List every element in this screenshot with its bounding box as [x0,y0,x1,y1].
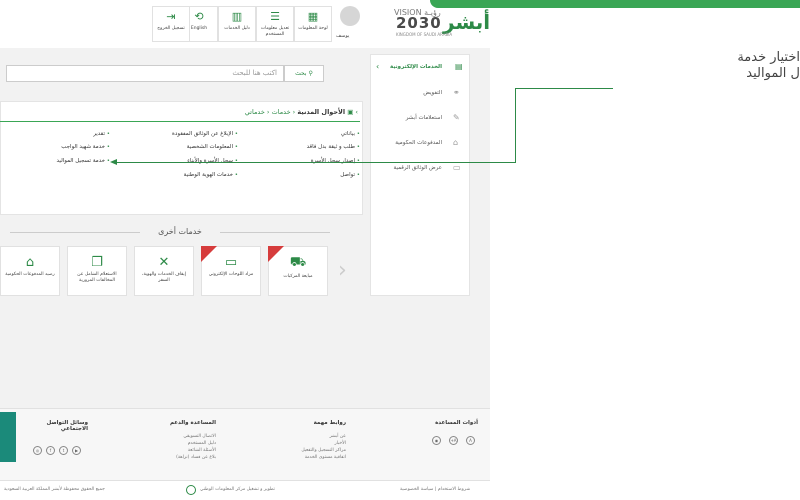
service-link[interactable]: طلب و ثيقة بدل فاقد [240,144,360,150]
callout-line [115,162,516,163]
instagram-icon[interactable]: ◎ [33,446,42,455]
footer-tools-title: أدوات المساعدة [435,420,478,426]
nav-dashboard[interactable]: ▦ لوحة المعلومات [294,6,332,42]
terms-links[interactable]: شروط الاستخدام | سياسة الخصوصية [400,487,470,492]
eye-icon[interactable]: ◉ [432,436,441,445]
bank-icon: ⌂ [453,138,459,147]
feedback-tab[interactable] [0,412,16,462]
footer-links-title: روابط مهمة [313,420,346,426]
dev-credit: تطوير و تشغيل مركز المعلومات الوطني [200,487,275,492]
nav-service-guide[interactable]: ▥ دليل الخدمات [218,6,256,42]
footer [0,408,490,480]
nav-edit-user[interactable]: ☰ تعديل معلومات المستخدم [256,6,294,42]
service-card[interactable]: ❐ الاستعلام الشامل عن المخالفات المرورية [67,246,127,296]
edit-user-icon: ☰ [270,10,280,23]
nic-logo [186,485,196,495]
copyright: جميع الحقوق محفوظة لأبشر المملكة العربية… [4,487,105,492]
service-link[interactable]: إصدار سجل الأسرة [240,158,360,164]
user-name: يوسف [336,33,350,39]
arrow-left-icon [110,159,117,165]
search-button[interactable]: بحث ⚲ [284,65,324,82]
kingdom-label: KINGDOM OF SAUDI ARABIA [396,32,453,37]
footer-support-title: المساعدة والدعم [169,420,216,426]
footer-link[interactable]: عن أبشر [270,434,346,439]
footer-link[interactable]: اتفاقية مستوى الخدمة [270,455,346,460]
callout-text: اختيار خدمة ل المواليد [737,50,800,81]
id-card-icon: ▭ [453,163,461,172]
eservices-icon: ▤ [455,62,463,71]
service-link[interactable]: بياناتي [240,131,360,137]
service-link-birth-registration[interactable]: خدمة تسجيل المواليد [0,158,110,164]
service-card[interactable]: ⌂ رصيد المدفوعات الحكومية [0,246,60,296]
service-link[interactable]: تقدير [0,131,110,137]
section-divider [220,232,330,233]
search-icon: ⚲ [308,70,313,77]
stop-icon: ✕ [158,255,170,270]
handshake-icon: ⚭ [453,88,460,97]
plate-icon: ▭ [224,255,238,270]
document-icon: ✎ [453,113,460,122]
breadcrumb: الأحوال المدنية ‹ خدمات ‹ خدماتي ▣ ‹ [244,108,358,116]
callout-line [515,88,516,162]
service-card[interactable]: ⛟ مبايعة المركبات [268,246,328,296]
service-link[interactable]: تواصل [240,172,360,178]
vision-2030-logo: 2030 [396,14,442,32]
footer-link[interactable]: دليل المستخدم [140,441,216,446]
footer-link[interactable]: الأخبار [270,441,346,446]
footer-link[interactable]: بلاغ عن فساد (نزاهة) [140,455,216,460]
dashboard-icon: ▦ [307,10,319,23]
callout-line [515,88,613,89]
service-link[interactable]: سجل الأسرة والأبناء [110,158,238,164]
service-link[interactable]: خدمة شهيد الواجب [0,144,110,150]
book-icon: ▥ [231,10,243,23]
breadcrumb-current: الأحوال المدنية [297,108,346,116]
car-icon: ⛟ [289,255,307,270]
wallet-icon: ⌂ [25,255,35,270]
service-link[interactable]: الإبلاغ عن الوثائق المفقودة [110,131,238,137]
facebook-icon[interactable]: f [46,446,55,455]
service-card[interactable]: ✕ إيقاف الخدمات والهوية، السفر [134,246,194,296]
youtube-icon[interactable]: ▶ [72,446,81,455]
section-divider [10,232,140,233]
service-link[interactable]: خدمات الهوية الوطنية [110,172,238,178]
twitter-icon[interactable]: t [59,446,68,455]
other-services-title: خدمات أخرى [158,227,202,236]
zoom-in-icon[interactable]: +A [449,436,458,445]
service-link[interactable]: المعلومات الشخصية [110,144,238,150]
search-input[interactable]: اكتب هنا للبحث [6,65,284,82]
footer-link[interactable]: مراكز التسجيل والتفعيل [270,448,346,453]
top-green-strip [430,0,800,8]
avatar[interactable] [340,6,360,26]
footer-link[interactable]: الاتصال التسويقي [140,434,216,439]
chevron-left-icon[interactable]: ‹ [376,62,379,71]
breadcrumb-mid[interactable]: خدمات [272,108,291,116]
traffic-icon: ❐ [91,255,103,270]
chevron-right-icon[interactable]: › [338,258,347,283]
footer-social-title: وسائل التواصل الاجتماعي [46,420,88,432]
logout-icon: ⇥ [166,10,176,23]
footer-link[interactable]: الأسئلة الشائعة [140,448,216,453]
panel-divider [0,121,360,122]
nav-logout[interactable]: ⇥ تسجيل الخروج [152,6,190,42]
service-card[interactable]: ▭ مزاد اللوحات الإلكتروني [201,246,261,296]
accessibility-icon[interactable]: A [466,436,475,445]
absher-logo[interactable]: أبشر [443,10,490,34]
breadcrumb-root[interactable]: خدماتي [245,108,265,116]
